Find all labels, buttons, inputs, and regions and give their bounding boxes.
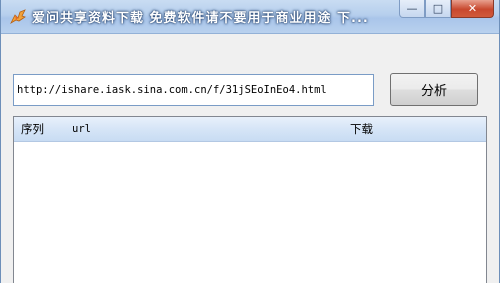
list-header: 序列 url 下载 xyxy=(14,117,486,142)
column-header-download[interactable]: 下载 xyxy=(350,117,373,141)
app-window: 爱问共享资料下载 免费软件请不要用于商业用途 下... — □ ✕ http:/… xyxy=(0,0,500,283)
result-list[interactable]: 序列 url 下载 xyxy=(13,116,487,283)
maximize-icon: □ xyxy=(432,2,444,15)
maximize-button[interactable]: □ xyxy=(425,0,451,18)
minimize-icon: — xyxy=(406,2,418,15)
column-header-url[interactable]: url xyxy=(72,117,91,141)
wing-icon xyxy=(10,9,26,25)
analyze-button[interactable]: 分析 xyxy=(390,73,478,106)
title-bar[interactable]: 爱问共享资料下载 免费软件请不要用于商业用途 下... — □ ✕ xyxy=(1,0,499,34)
column-header-sequence[interactable]: 序列 xyxy=(21,117,44,141)
close-button[interactable]: ✕ xyxy=(451,0,494,18)
caption-buttons: — □ ✕ xyxy=(399,0,494,19)
url-input[interactable]: http://ishare.iask.sina.com.cn/f/31jSEoI… xyxy=(13,74,374,106)
window-title: 爱问共享资料下载 免费软件请不要用于商业用途 下... xyxy=(32,11,369,26)
close-icon: ✕ xyxy=(467,2,478,15)
minimize-button[interactable]: — xyxy=(399,0,425,18)
